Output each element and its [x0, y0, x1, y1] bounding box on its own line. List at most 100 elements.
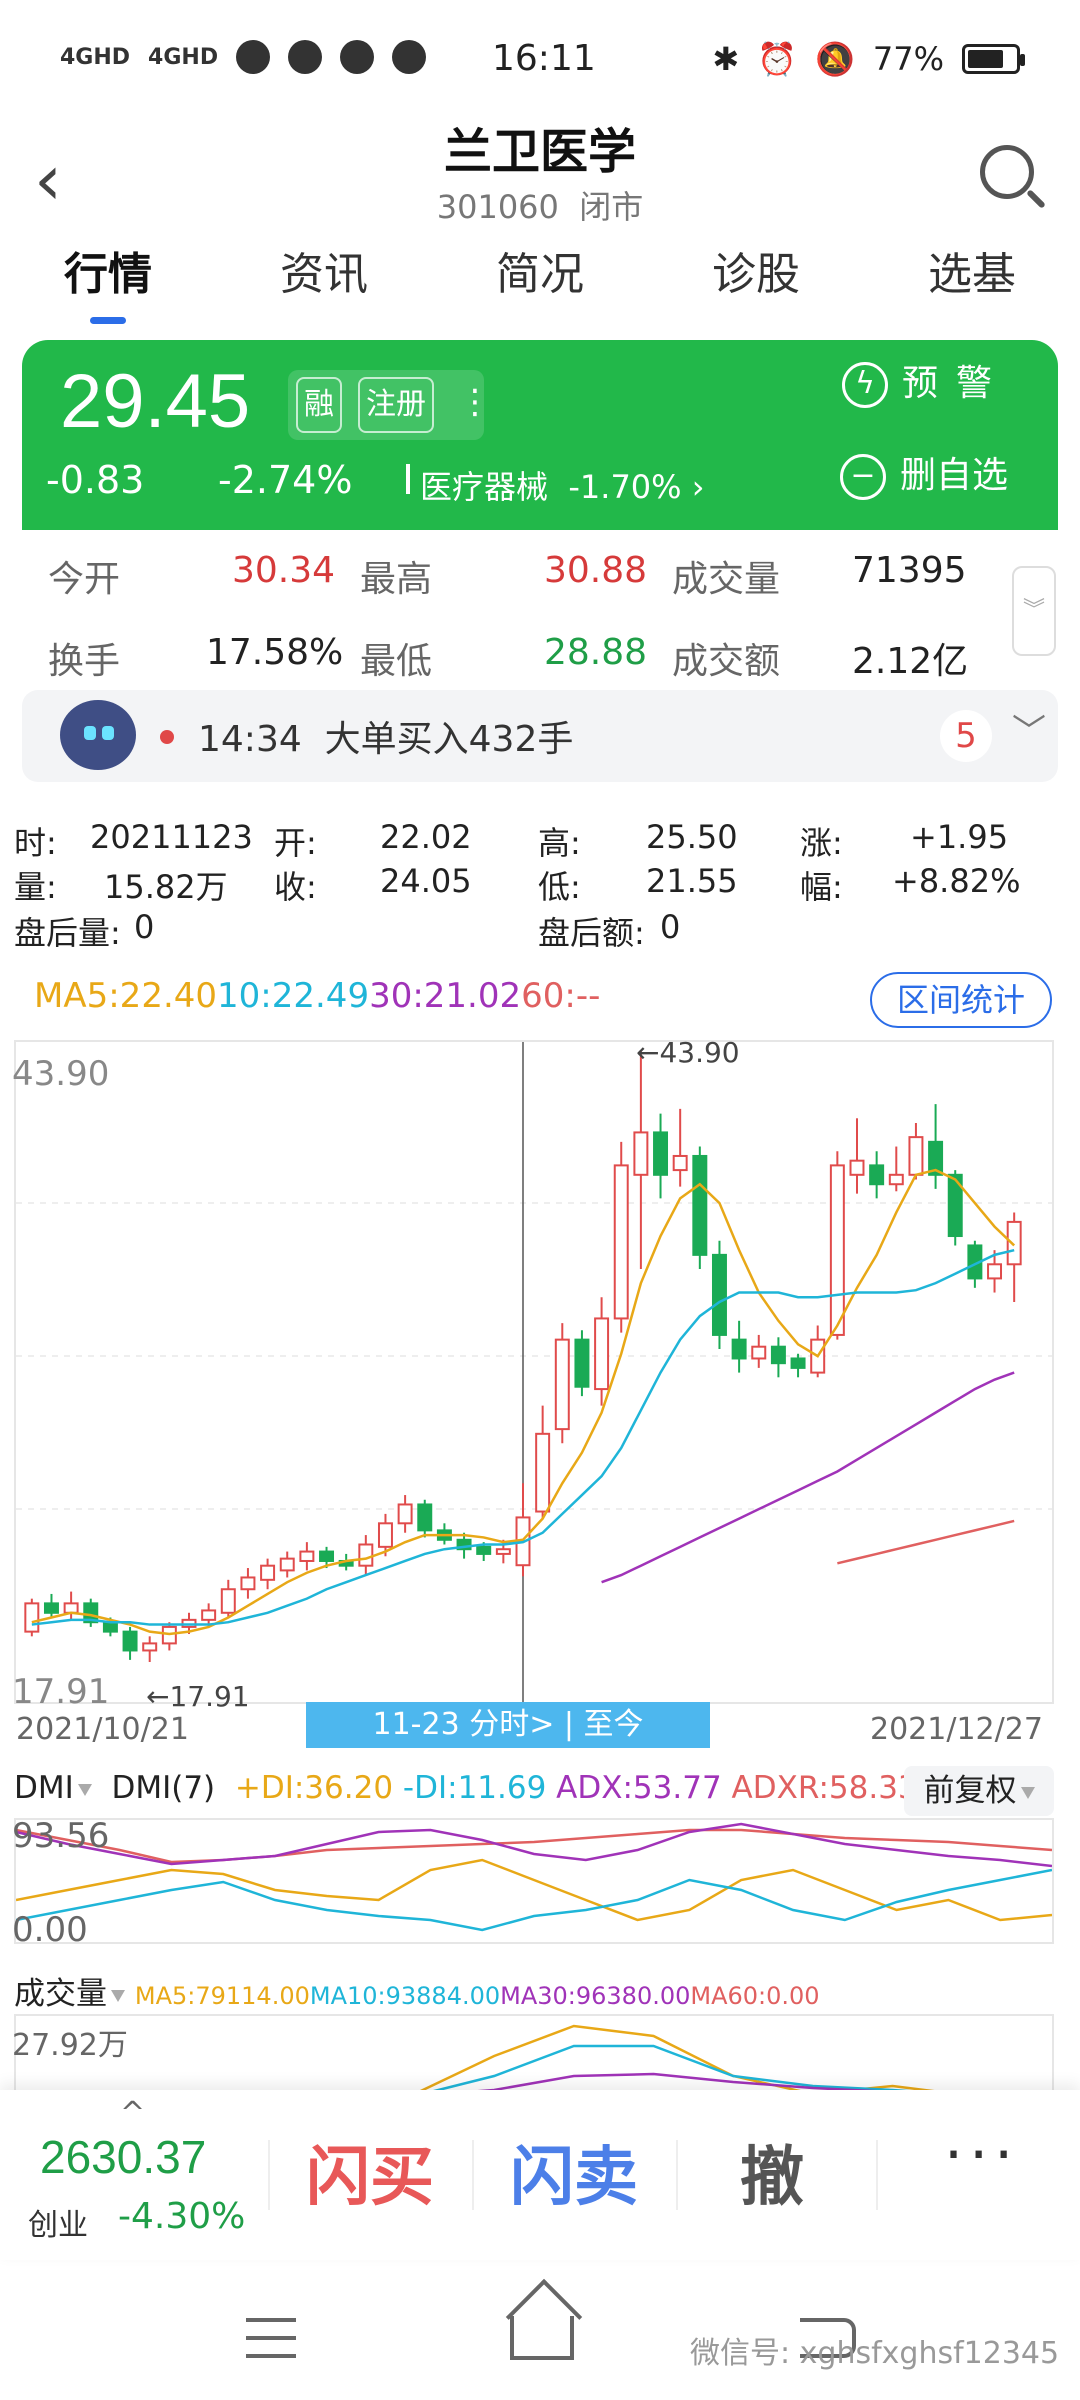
candle-body	[43, 1602, 59, 1614]
wechat-icon	[288, 40, 323, 74]
kline-chart[interactable]	[16, 1042, 1052, 1702]
signal-4g-2: 4GHD	[148, 44, 219, 70]
index-value[interactable]: 2630.37	[40, 2130, 206, 2184]
minus-circle-icon: −	[840, 454, 886, 500]
market-state: 闭市	[579, 188, 644, 226]
dropdown-icon	[77, 1783, 92, 1796]
status-bar: 4GHD 4GHD 16:11 ✱ ⏰ 🔕 77%	[0, 0, 1080, 120]
dmi-frame[interactable]	[14, 1818, 1054, 1944]
menu-nav-icon[interactable]	[246, 2318, 296, 2358]
day-low-label: 低:	[538, 868, 581, 906]
shield-icon	[236, 40, 271, 74]
day-chg-label: 涨:	[800, 824, 843, 862]
ma30-legend: 30:21.02	[369, 976, 522, 1016]
chevron-right-icon: ›	[691, 468, 705, 506]
range-stats-button[interactable]: 区间统计	[870, 972, 1052, 1028]
tag-group[interactable]: 融 注册 ⋮	[288, 370, 492, 440]
dmi-top-label: 93.56	[12, 1816, 110, 1856]
chevron-down-icon[interactable]: ﹀	[1012, 704, 1046, 753]
stock-code: 301060	[436, 188, 559, 226]
dmi-adxr-line	[16, 1828, 1052, 1864]
day-date-label: 时:	[14, 824, 57, 862]
price-change-pct: -2.74%	[218, 458, 353, 502]
more-button[interactable]: ···	[944, 2120, 1019, 2190]
open-label: 今开	[48, 559, 121, 600]
low-value: 28.88	[544, 632, 648, 673]
candle-body	[358, 1543, 374, 1567]
day-pct-label: 幅:	[800, 868, 843, 906]
more-vert-icon: ⋮	[458, 382, 492, 422]
flash-sell-button[interactable]: 闪卖	[510, 2126, 638, 2218]
status-right: ✱ ⏰ 🔕 77%	[712, 40, 1025, 78]
candle-body	[672, 1154, 688, 1172]
dmi-selector[interactable]: DMI	[14, 1770, 92, 1806]
volume-selector[interactable]: 成交量	[14, 1976, 125, 2012]
tab-diagnosis[interactable]: 诊股	[648, 240, 864, 330]
candle-body	[908, 1136, 924, 1176]
flash-buy-button[interactable]: 闪买	[306, 2126, 434, 2218]
index-pct: -4.30%	[118, 2196, 246, 2237]
ma10-legend: 10:22.49	[217, 976, 370, 1016]
home-nav-icon[interactable]	[510, 2316, 574, 2360]
stock-code-line: 301060 闭市	[0, 182, 1080, 228]
sector-link[interactable]: 医疗器械 -1.70% ›	[420, 462, 705, 508]
day-chg: +1.95	[910, 818, 1009, 856]
alert-button[interactable]: ϟ 预警	[842, 354, 1010, 408]
vol-ma5: MA5:79114.00	[134, 1982, 310, 2010]
candle-body	[24, 1602, 40, 1633]
max-marker: ←43.90	[636, 1036, 740, 1069]
dmi-adxr: ADXR:58.33	[731, 1770, 918, 1806]
candle-body	[613, 1164, 629, 1320]
tab-news[interactable]: 资讯	[216, 240, 432, 330]
volume-top-label: 27.92万	[12, 2028, 128, 2063]
ma5-legend: MA5:22.40	[34, 976, 218, 1016]
search-icon[interactable]	[980, 145, 1034, 199]
sector-name: 医疗器械	[420, 468, 549, 506]
volume-frame[interactable]	[14, 2014, 1054, 2098]
candle-body	[417, 1503, 433, 1532]
robot-icon	[60, 700, 136, 770]
candle-body	[653, 1131, 669, 1176]
dmi-param: DMI(7)	[111, 1770, 216, 1806]
adjust-selector[interactable]: 前复权	[904, 1766, 1054, 1816]
candle-body	[122, 1630, 138, 1652]
separator	[268, 2140, 270, 2210]
candle-body	[319, 1550, 335, 1562]
candle-body	[987, 1263, 1003, 1280]
dmi-pdi: +DI:36.20	[234, 1770, 394, 1806]
caret-up-icon[interactable]: ^	[120, 2096, 145, 2131]
tab-funds[interactable]: 选基	[864, 240, 1080, 330]
day-close: 24.05	[380, 862, 472, 900]
crosshair-tooltip[interactable]: 11-23 分时> | 至今 +22.45%	[306, 1702, 710, 1788]
candle-body	[711, 1253, 727, 1336]
start-date: 2021/10/21	[16, 1712, 189, 1747]
dmi-mdi: -DI:11.69	[402, 1770, 547, 1806]
battery-fill	[968, 50, 1004, 68]
turnover-label: 换手	[48, 641, 121, 682]
compass-icon	[392, 40, 427, 74]
separator	[472, 2140, 474, 2210]
remove-watchlist-button[interactable]: − 删自选	[840, 446, 1008, 500]
expand-stats-button[interactable]: ︾	[1012, 566, 1056, 656]
news-bar[interactable]: 14:34 大单买入432手 5 ﹀	[22, 690, 1058, 782]
min-marker: ←17.91	[146, 1680, 250, 1713]
separator	[676, 2140, 678, 2210]
amount-value: 2.12亿	[852, 641, 969, 682]
day-close-label: 收:	[274, 868, 317, 906]
line-ma30	[601, 1371, 1015, 1584]
candle-body	[476, 1545, 492, 1555]
tab-profile[interactable]: 简况	[432, 240, 648, 330]
vol-ma60: MA60:0.00	[690, 1982, 820, 2010]
day-date: 20211123	[90, 818, 253, 856]
news-time: 14:34	[198, 719, 302, 760]
candle-body	[260, 1564, 276, 1581]
candle-body	[731, 1338, 747, 1360]
day-vol-label: 量:	[14, 868, 57, 906]
day-vol: 15.82万	[104, 868, 228, 906]
cancel-order-button[interactable]: 撤	[740, 2126, 804, 2218]
vol-ma10: MA10:93884.00	[309, 1982, 501, 2010]
red-dot-icon	[160, 730, 174, 744]
current-price: 29.45	[60, 359, 251, 444]
kline-frame[interactable]	[14, 1040, 1054, 1704]
tab-quote[interactable]: 行情	[0, 240, 216, 330]
